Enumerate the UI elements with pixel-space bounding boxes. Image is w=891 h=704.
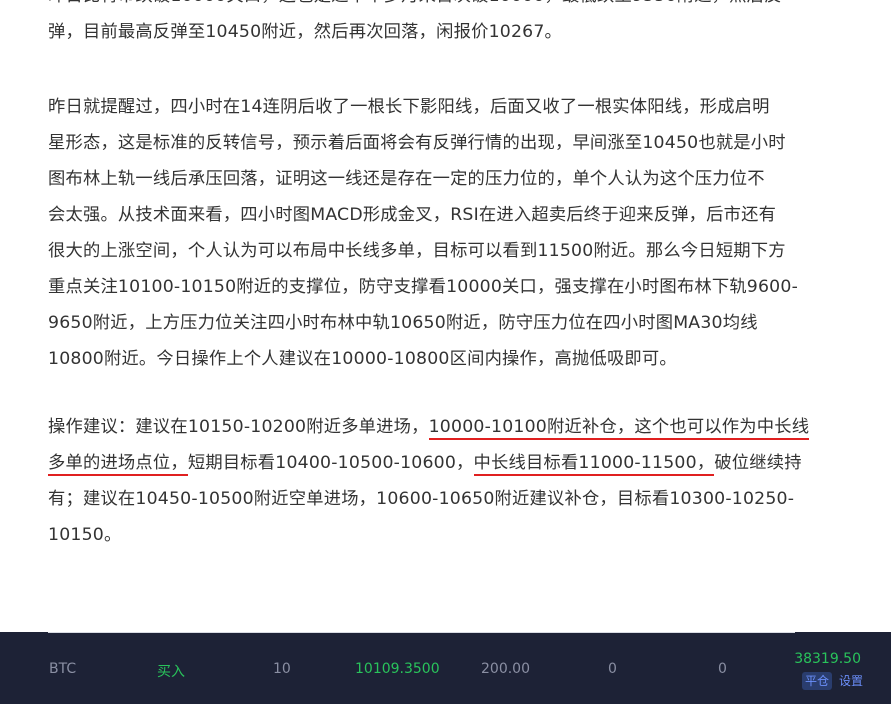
paragraph-line: 9650附近，上方压力位关注四小时布林中轨10650附近，防守压力位在四小时图M… [48, 313, 758, 333]
paragraph-line: 多单的进场点位，短期目标看10400-10500-10600，中长线目标看110… [48, 445, 809, 481]
ticker-amount: 200.00 [481, 661, 530, 677]
advice-text: 破位继续持 [714, 453, 802, 473]
ticker-total: 38319.50 [794, 651, 861, 667]
trade-ticker-bar: BTC 买入 10 10109.3500 200.00 0 0 38319.50… [0, 632, 891, 704]
advice-text: 短期目标看10400-10500-10600， [187, 453, 474, 473]
highlighted-advice: 多单的进场点位， [48, 453, 188, 476]
paragraph-line: 10150。 [48, 525, 122, 545]
paragraph-analysis: 昨日就提醒过，四小时在14连阴后收了一根长下影阳线，后面又收了一根实体阳线，形成… [48, 89, 798, 377]
ticker-value-a: 0 [608, 661, 617, 677]
paragraph-line: 重点关注10100-10150附近的支撑位，防守支撑看10000关口，强支撑在小… [48, 277, 799, 297]
ticker-symbol: BTC [49, 661, 77, 677]
ticker-quantity: 10 [273, 661, 291, 677]
paragraph-line: 星形态，这是标准的反转信号，预示着后面将会有反弹行情的出现，早间涨至10450也… [48, 133, 786, 153]
settings-link[interactable]: 设置 [839, 672, 863, 690]
paragraph-line: 10800附近。今日操作上个人建议在10000-10800区间内操作，高抛低吸即… [48, 349, 677, 369]
ticker-divider [48, 632, 795, 633]
paragraph-line: 操作建议：建议在10150-10200附近多单进场，10000-10100附近补… [48, 409, 810, 445]
paragraph-line: 弹，目前最高反弹至10450附近，然后再次回落，闲报价10267。 [48, 22, 563, 42]
paragraph-trade-advice: 操作建议：建议在10150-10200附近多单进场，10000-10100附近补… [48, 409, 810, 553]
paragraph-market-recap: 昨日比特币跌破10000关口，这也是近半个多月来首次破10000，最低跌至955… [48, 0, 782, 50]
advice-text: 操作建议：建议在10150-10200附近多单进场， [48, 417, 429, 437]
paragraph-line: 昨日比特币跌破10000关口，这也是近半个多月来首次破10000，最低跌至955… [48, 0, 782, 14]
paragraph-line: 会太强。从技术面来看，四小时图MACD形成金叉，RSI在进入超卖后终于迎来反弹，… [48, 205, 777, 225]
highlighted-advice: 10000-10100附近补仓，这个也可以作为中长线 [428, 417, 810, 440]
ticker-action: 买入 [157, 664, 185, 680]
highlighted-advice: 中长线目标看11000-11500， [473, 453, 715, 476]
paragraph-line: 有；建议在10450-10500附近空单进场，10600-10650附近建议补仓… [48, 489, 795, 509]
paragraph-line: 昨日就提醒过，四小时在14连阴后收了一根长下影阳线，后面又收了一根实体阳线，形成… [48, 97, 770, 117]
paragraph-line: 图布林上轨一线后承压回落，证明这一线还是存在一定的压力位的，单个人认为这个压力位… [48, 169, 765, 189]
paragraph-line: 很大的上涨空间，个人认为可以布局中长线多单，目标可以看到11500附近。那么今日… [48, 241, 786, 261]
ticker-value-b: 0 [718, 661, 727, 677]
ticker-price: 10109.3500 [355, 661, 440, 677]
close-position-button[interactable]: 平仓 [802, 672, 832, 690]
